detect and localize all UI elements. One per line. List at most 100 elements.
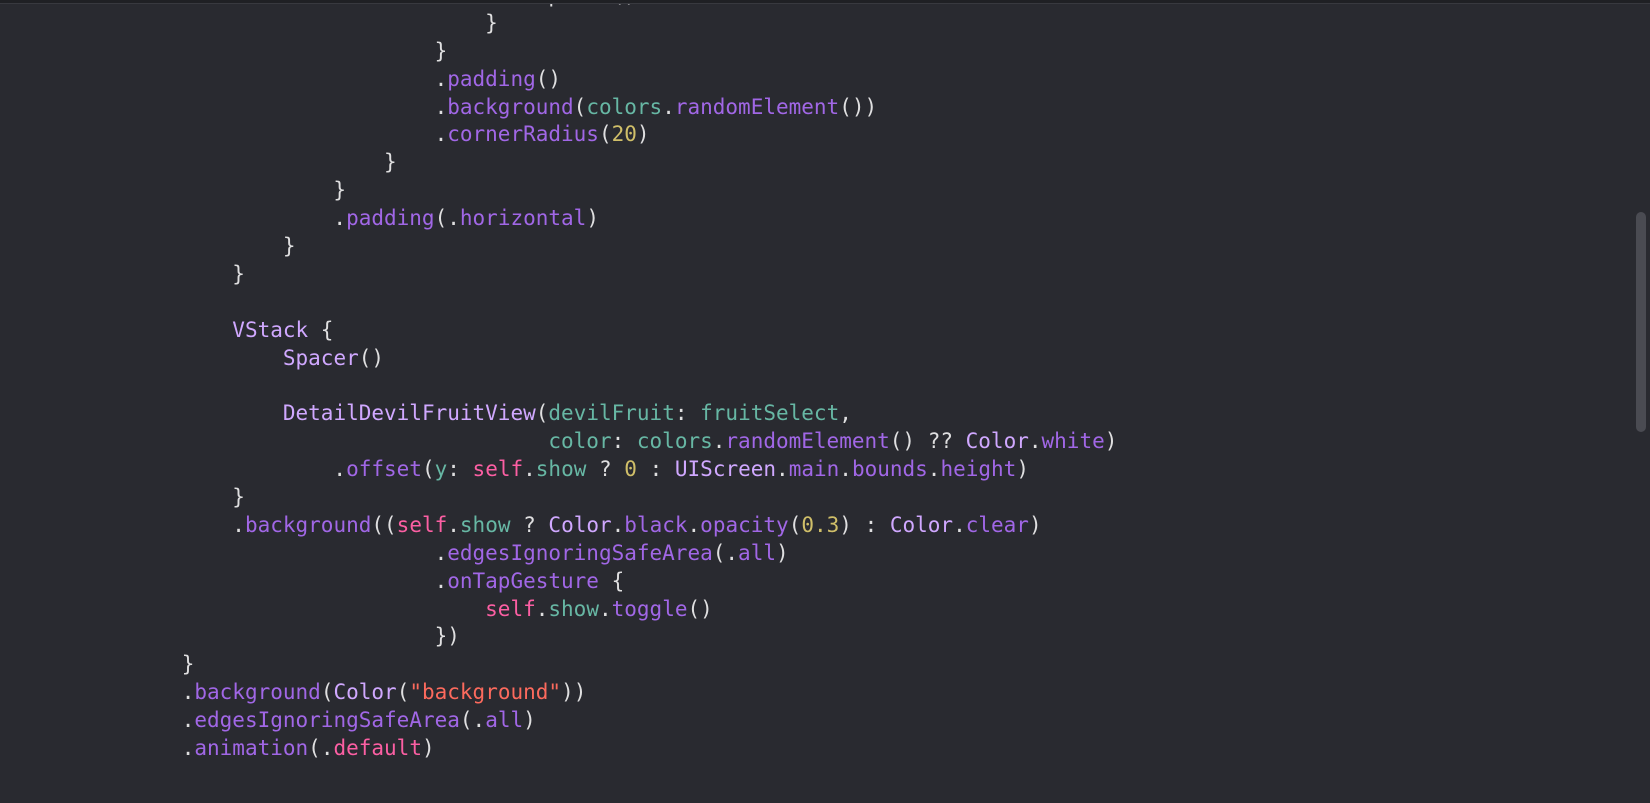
code-token: ( xyxy=(321,680,334,704)
code-token: ) xyxy=(422,736,435,760)
code-line[interactable]: self.show.toggle() xyxy=(30,596,1650,624)
code-line[interactable]: } xyxy=(30,233,1650,261)
code-token: randomElement xyxy=(725,429,889,453)
code-line[interactable]: .background((self.show ? Color.black.opa… xyxy=(30,512,1650,540)
code-token: }) xyxy=(30,624,460,648)
code-token: offset xyxy=(346,457,422,481)
code-token: . xyxy=(599,597,612,621)
code-line[interactable]: VStack { xyxy=(30,317,1650,345)
code-token: { xyxy=(308,318,333,342)
code-token: ? xyxy=(586,457,624,481)
code-line[interactable]: .background(Color("background")) xyxy=(30,679,1650,707)
code-token: ) xyxy=(1029,513,1042,537)
code-token: black xyxy=(624,513,687,537)
code-token: background xyxy=(447,95,573,119)
code-token: DetailDevilFruitView xyxy=(283,401,536,425)
code-token: show xyxy=(460,513,511,537)
code-token: . xyxy=(688,513,701,537)
code-line[interactable]: .offset(y: self.show ? 0 : UIScreen.main… xyxy=(30,456,1650,484)
code-token: all xyxy=(738,541,776,565)
code-token: height xyxy=(940,457,1016,481)
code-token: : xyxy=(612,429,637,453)
code-token: 20 xyxy=(612,122,637,146)
code-token: ( xyxy=(574,95,587,119)
code-token: show xyxy=(536,457,587,481)
code-token: ( xyxy=(397,680,410,704)
code-token: background xyxy=(194,680,320,704)
code-token: (. xyxy=(713,541,738,565)
code-token: . xyxy=(30,708,194,732)
code-token: . xyxy=(30,541,447,565)
code-token: . xyxy=(713,429,726,453)
code-token xyxy=(30,346,283,370)
code-line[interactable]: Spacer() xyxy=(30,345,1650,373)
code-token: (( xyxy=(371,513,396,537)
code-line[interactable]: }) xyxy=(30,623,1650,651)
code-line[interactable]: DetailDevilFruitView(devilFruit: fruitSe… xyxy=(30,400,1650,428)
code-token: (. xyxy=(460,708,485,732)
code-token: } xyxy=(30,39,447,63)
code-token: . xyxy=(30,122,447,146)
code-token: ( xyxy=(789,513,802,537)
code-token: . xyxy=(1029,429,1042,453)
code-line[interactable]: .background(colors.randomElement()) xyxy=(30,94,1650,122)
code-line[interactable]: .edgesIgnoringSafeArea(.all) xyxy=(30,540,1650,568)
code-token xyxy=(30,597,485,621)
scrollbar-thumb[interactable] xyxy=(1636,212,1646,432)
code-token: () xyxy=(536,67,561,91)
code-token: ( xyxy=(599,122,612,146)
code-token: () ?? xyxy=(890,429,966,453)
code-line[interactable] xyxy=(30,372,1650,400)
code-token: } xyxy=(30,178,346,202)
code-line[interactable]: } xyxy=(30,149,1650,177)
code-line[interactable]: .onTapGesture { xyxy=(30,568,1650,596)
code-line[interactable]: .padding() xyxy=(30,66,1650,94)
code-token xyxy=(30,429,548,453)
code-token: 0 xyxy=(624,457,637,481)
code-token: . xyxy=(30,206,346,230)
code-token: ( xyxy=(422,457,435,481)
editor-topbar xyxy=(0,0,1650,4)
code-token: cornerRadius xyxy=(447,122,599,146)
code-token: self xyxy=(485,597,536,621)
code-line[interactable]: } xyxy=(30,484,1650,512)
code-token: animation xyxy=(194,736,308,760)
code-token: Color xyxy=(890,513,953,537)
code-token: clear xyxy=(966,513,1029,537)
code-token: padding xyxy=(346,206,435,230)
code-token: . xyxy=(30,457,346,481)
code-token: . xyxy=(953,513,966,537)
code-token: self xyxy=(397,513,448,537)
code-token: . xyxy=(928,457,941,481)
code-line[interactable]: } xyxy=(30,10,1650,38)
code-line[interactable]: } xyxy=(30,261,1650,289)
code-token: . xyxy=(662,95,675,119)
code-token: opacity xyxy=(700,513,789,537)
code-token: edgesIgnoringSafeArea xyxy=(447,541,713,565)
code-line[interactable] xyxy=(30,289,1650,317)
code-token: show xyxy=(548,597,599,621)
code-line[interactable]: } xyxy=(30,177,1650,205)
vertical-scrollbar[interactable] xyxy=(1634,2,1648,801)
code-line[interactable]: .cornerRadius(20) xyxy=(30,121,1650,149)
code-line[interactable]: .edgesIgnoringSafeArea(.all) xyxy=(30,707,1650,735)
code-line[interactable]: } xyxy=(30,38,1650,66)
code-line[interactable]: color: colors.randomElement() ?? Color.w… xyxy=(30,428,1650,456)
code-token: VStack xyxy=(232,318,308,342)
code-editor[interactable]: Spacer() } } .padding() .background(colo… xyxy=(0,0,1650,763)
code-token: self xyxy=(473,457,524,481)
code-token: . xyxy=(612,513,625,537)
code-token: (. xyxy=(308,736,333,760)
code-token: main xyxy=(789,457,840,481)
code-token: . xyxy=(30,513,245,537)
code-token: )) xyxy=(561,680,586,704)
code-token: white xyxy=(1042,429,1105,453)
code-token: background xyxy=(245,513,371,537)
code-line[interactable]: } xyxy=(30,651,1650,679)
code-line[interactable]: .animation(.default) xyxy=(30,735,1650,763)
code-token: Color xyxy=(333,680,396,704)
code-token: } xyxy=(30,150,397,174)
code-line[interactable]: .padding(.horizontal) xyxy=(30,205,1650,233)
code-token: default xyxy=(333,736,422,760)
code-token: } xyxy=(30,234,296,258)
